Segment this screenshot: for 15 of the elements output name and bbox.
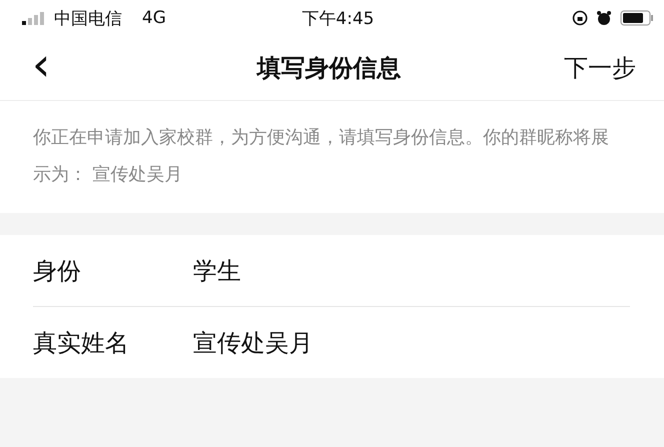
- next-step-button[interactable]: 下一步: [556, 52, 636, 84]
- clock-time: 下午4:45: [302, 8, 374, 30]
- field-value[interactable]: 宣传处吴月: [193, 326, 313, 358]
- field-label: 身份: [33, 256, 82, 286]
- alarm-icon: [596, 10, 612, 26]
- battery-icon: [620, 10, 654, 26]
- notice-text: 你正在申请加入家校群，为方便沟通，请填写身份信息。你的群昵称将展示为： 宣传处吴月: [0, 101, 664, 213]
- back-button[interactable]: ‹: [22, 41, 102, 95]
- field-value[interactable]: 学生: [193, 254, 241, 286]
- network-type: 4G: [142, 8, 166, 28]
- carrier-name: 中国电信: [54, 8, 122, 30]
- field-label: 真实姓名: [33, 328, 130, 358]
- signal-icon: [22, 11, 46, 25]
- page-title: 填写身份信息: [257, 53, 401, 84]
- rotation-lock-icon: [572, 10, 588, 26]
